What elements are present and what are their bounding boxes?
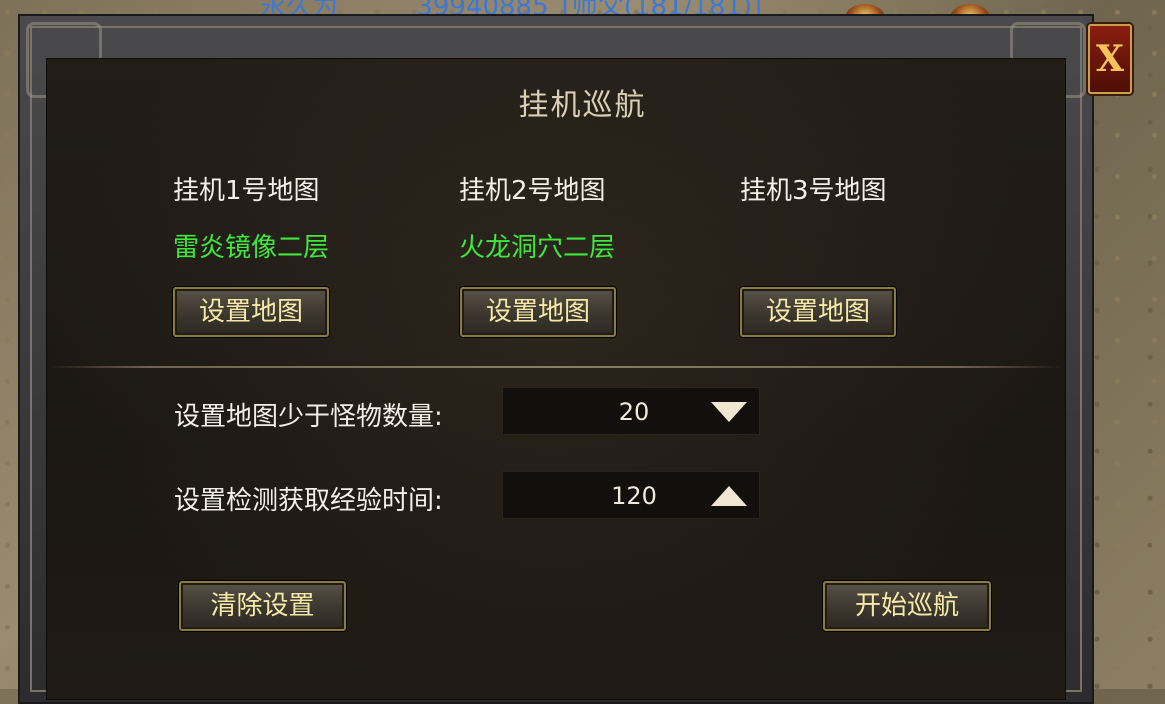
- set-map-2-button[interactable]: 设置地图: [460, 287, 616, 337]
- map-slot-2-value: 火龙洞穴二层: [459, 233, 616, 263]
- close-button[interactable]: X: [1088, 24, 1132, 94]
- exp-check-time-stepper[interactable]: 120: [502, 471, 760, 519]
- set-map-3-button[interactable]: 设置地图: [740, 287, 896, 337]
- section-divider: [48, 366, 1062, 368]
- set-map-1-button[interactable]: 设置地图: [173, 287, 329, 337]
- map-slot-1-value: 雷炎镜像二层: [173, 233, 330, 263]
- exp-check-time-label: 设置检测获取经验时间:: [174, 486, 443, 516]
- monster-count-stepper[interactable]: 20: [502, 387, 760, 435]
- clear-settings-button[interactable]: 清除设置: [179, 581, 346, 631]
- start-cruise-button[interactable]: 开始巡航: [823, 581, 991, 631]
- map-slot-1-label: 挂机1号地图: [173, 176, 320, 206]
- map-slot-3-label: 挂机3号地图: [740, 176, 887, 206]
- map-slot-2-label: 挂机2号地图: [459, 176, 606, 206]
- triangle-down-icon[interactable]: [709, 398, 749, 426]
- monster-count-label: 设置地图少于怪物数量:: [174, 402, 443, 432]
- triangle-up-icon[interactable]: [709, 482, 749, 510]
- dialog-title: 挂机巡航: [518, 88, 647, 123]
